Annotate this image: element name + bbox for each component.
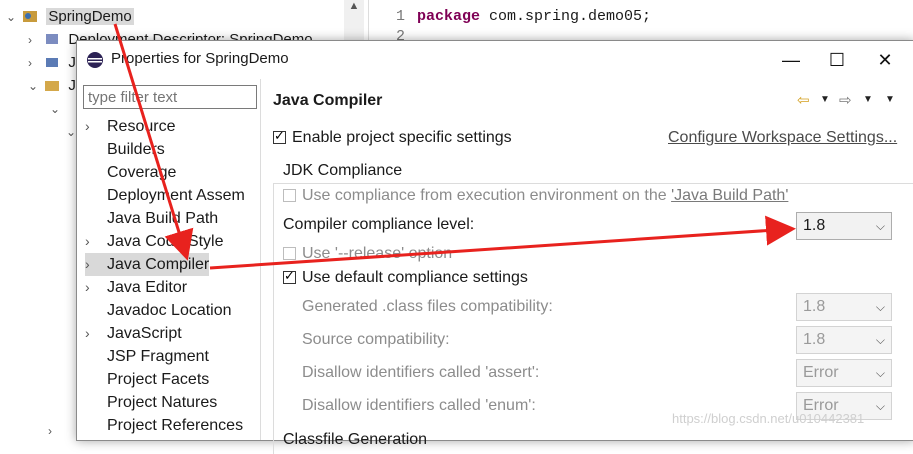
annotation-arrows	[113, 23, 796, 270]
annotation-arrow-1	[113, 23, 194, 261]
annotation-arrow-2	[209, 215, 796, 270]
